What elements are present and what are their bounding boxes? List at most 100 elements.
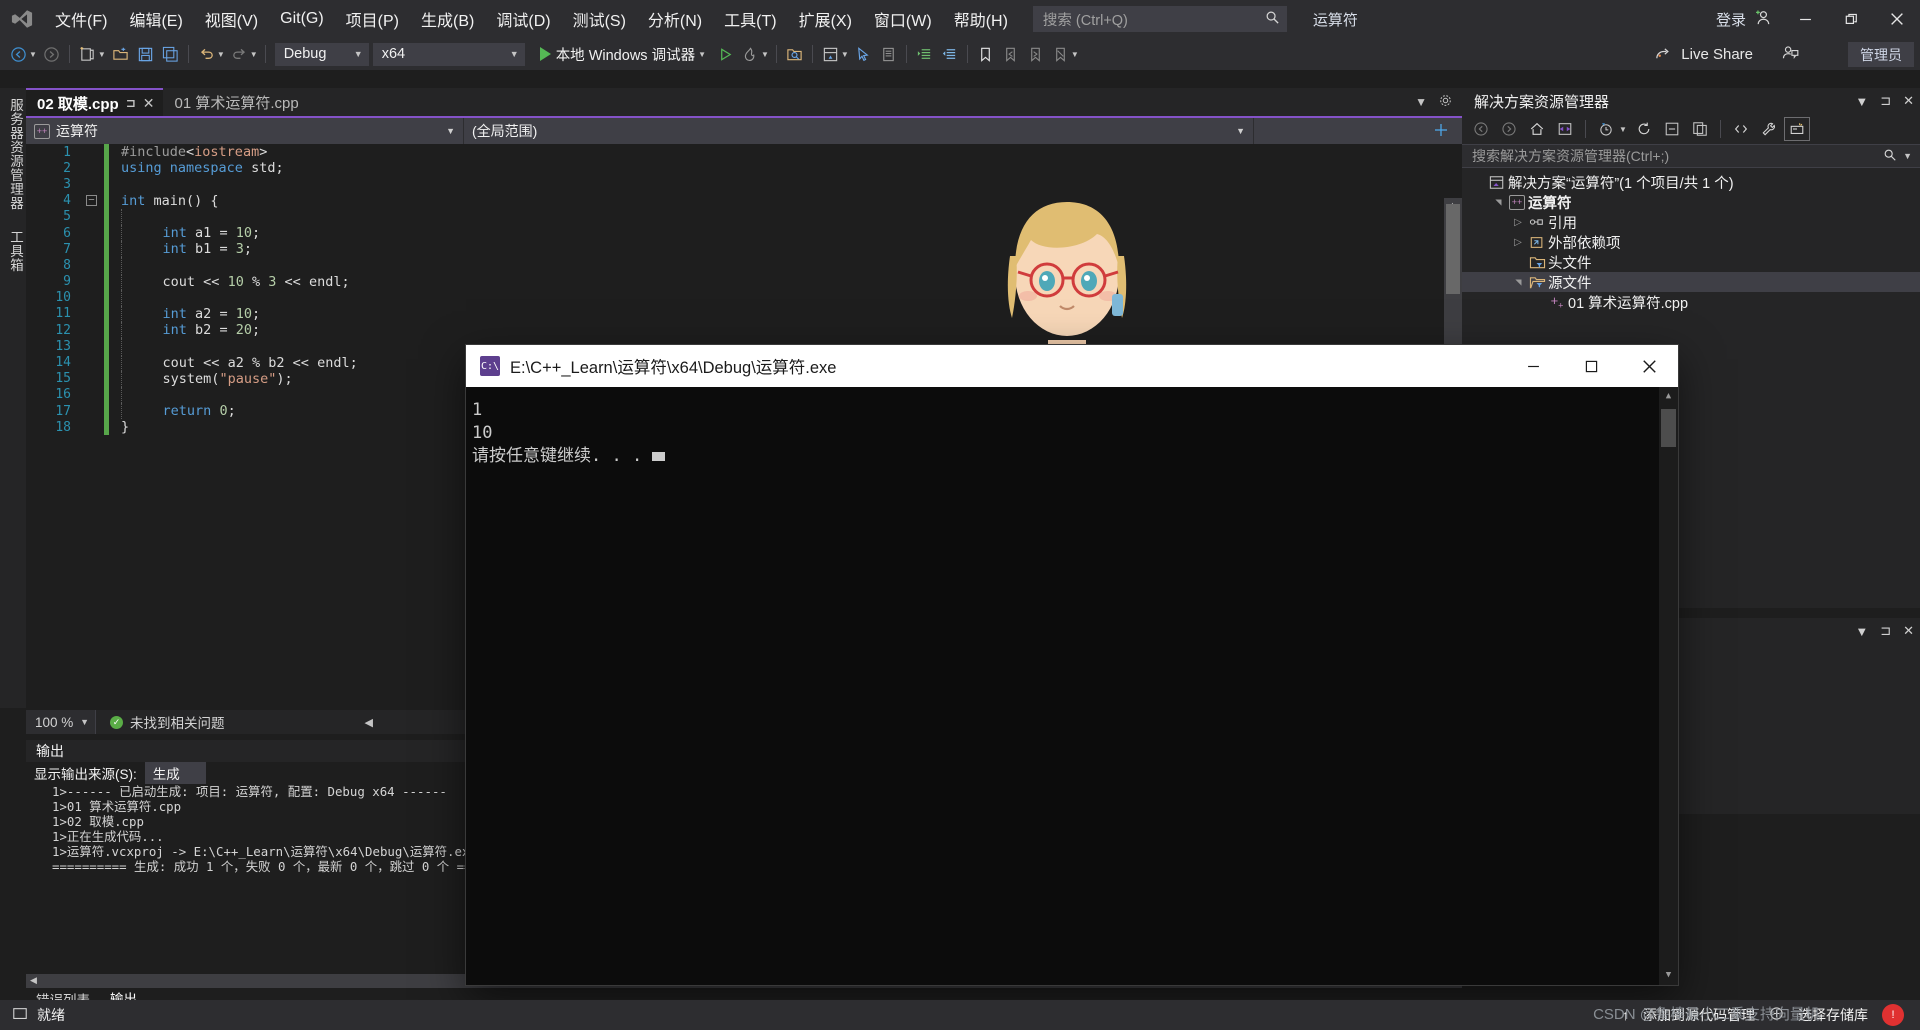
indent-increase-icon[interactable] <box>912 41 937 67</box>
glyph-margin[interactable] <box>82 209 104 225</box>
new-project-dropdown-icon[interactable]: ▼ <box>98 50 106 59</box>
tabstrip-settings-icon[interactable] <box>1439 94 1452 110</box>
live-share-button[interactable]: Live Share <box>1654 38 1800 70</box>
collapse-region-icon[interactable]: – <box>86 194 97 206</box>
tab-list-dropdown-icon[interactable]: ▼ <box>1415 95 1427 109</box>
code-line[interactable]: 9 cout << 10 % 3 << endl; <box>26 273 1462 290</box>
nav-split-button[interactable] <box>1254 118 1462 144</box>
tree-item[interactable]: ◢ ++ 运算符 <box>1462 192 1920 212</box>
notifications-icon[interactable]: ! <box>1882 1004 1904 1026</box>
glyph-margin[interactable] <box>82 371 104 387</box>
properties-window-icon[interactable] <box>876 41 901 67</box>
redo-icon[interactable] <box>227 41 252 67</box>
select-in-solution-explorer-icon[interactable] <box>782 41 807 67</box>
tree-item[interactable]: 头文件 <box>1462 252 1920 272</box>
se-back-icon[interactable] <box>1468 117 1494 141</box>
menu-item-test[interactable]: 测试(S) <box>562 0 637 38</box>
glyph-margin[interactable] <box>82 387 104 403</box>
glyph-margin[interactable] <box>82 144 104 160</box>
code-line[interactable]: 3 <box>26 176 1462 193</box>
console-minimize-button[interactable] <box>1504 345 1562 387</box>
console-titlebar[interactable]: C:\ E:\C++_Learn\运算符\x64\Debug\运算符.exe <box>466 345 1678 387</box>
se-refresh-icon[interactable] <box>1631 117 1657 141</box>
issues-prev-icon[interactable]: ◀ <box>365 716 373 729</box>
start-debugging-dropdown-icon[interactable]: ▼ <box>698 50 706 59</box>
toggle-bookmark-icon[interactable] <box>973 41 998 67</box>
glyph-margin[interactable] <box>82 160 104 176</box>
window-close-button[interactable] <box>1874 0 1920 38</box>
console-scroll-down-icon[interactable]: ▼ <box>1659 966 1678 985</box>
menu-item-edit[interactable]: 编辑(E) <box>118 0 193 38</box>
clear-bookmarks-icon[interactable] <box>1048 41 1073 67</box>
menu-item-project[interactable]: 项目(P) <box>335 0 410 38</box>
se-preview-selected-icon[interactable] <box>1783 117 1810 141</box>
console-scroll-up-icon[interactable]: ▲ <box>1659 387 1678 406</box>
pointer-select-icon[interactable] <box>851 41 876 67</box>
code-line[interactable]: 5 <box>26 208 1462 225</box>
chevron-down-icon[interactable]: ◢ <box>1514 274 1523 290</box>
editor-tab-02-qumo[interactable]: 02 取模.cpp ⊐ ✕ <box>26 88 164 116</box>
menu-item-window[interactable]: 窗口(W) <box>863 0 943 38</box>
glyph-margin[interactable] <box>82 306 104 322</box>
glyph-margin[interactable]: – <box>82 193 104 209</box>
save-icon[interactable] <box>133 41 158 67</box>
glyph-margin[interactable] <box>82 290 104 306</box>
code-line[interactable]: 7 int b1 = 3; <box>26 241 1462 258</box>
chevron-right-icon[interactable]: ▷ <box>1510 237 1526 248</box>
solution-explorer-search-input[interactable]: 搜索解决方案资源管理器(Ctrl+;) ▼ <box>1462 144 1920 168</box>
next-bookmark-icon[interactable] <box>1023 41 1048 67</box>
se-show-all-files-icon[interactable] <box>1687 117 1713 141</box>
navigate-back-dropdown-icon[interactable]: ▼ <box>29 50 37 59</box>
open-file-icon[interactable] <box>108 41 133 67</box>
tree-item[interactable]: ++ 01 算术运算符.cpp <box>1462 292 1920 312</box>
glyph-margin[interactable] <box>82 403 104 419</box>
glyph-margin[interactable] <box>82 322 104 338</box>
solution-platform-combo[interactable]: x64 ▼ <box>372 42 525 66</box>
editor-scroll-thumb[interactable] <box>1446 204 1460 294</box>
close-panel-icon[interactable]: ✕ <box>1903 93 1914 109</box>
sign-in-button[interactable]: 登录 <box>1706 0 1782 38</box>
tree-item[interactable]: ▷ 引用 <box>1462 212 1920 232</box>
code-line[interactable]: 2 using namespace std; <box>26 160 1462 177</box>
solution-explorer-tool-icon[interactable] <box>818 41 843 67</box>
code-line[interactable]: 1 #include<iostream> <box>26 144 1462 161</box>
panel-menu-icon-2[interactable]: ▼ <box>1855 624 1868 639</box>
console-output[interactable]: 1 10 请按任意键继续. . . ▲ ▼ <box>466 387 1678 985</box>
menu-item-help[interactable]: 帮助(H) <box>943 0 1019 38</box>
nav-member-combo[interactable]: (全局范围) ▼ <box>464 118 1254 144</box>
editor-zoom-combo[interactable]: 100 % ▼ <box>26 710 96 734</box>
close-tab-icon[interactable]: ✕ <box>143 95 155 112</box>
se-pending-changes-icon[interactable] <box>1593 117 1619 141</box>
pin-tab-icon[interactable]: ⊐ <box>126 96 136 110</box>
solution-explorer-dropdown-icon[interactable]: ▼ <box>841 50 849 59</box>
hot-reload-dropdown-icon[interactable]: ▼ <box>761 50 769 59</box>
menu-item-tools[interactable]: 工具(T) <box>713 0 787 38</box>
menu-item-git[interactable]: Git(G) <box>269 0 335 38</box>
pin-panel-icon-2[interactable]: ⊐ <box>1880 623 1891 639</box>
start-without-debugging-icon[interactable] <box>713 41 738 67</box>
save-all-icon[interactable] <box>158 41 183 67</box>
window-restore-button[interactable] <box>1828 0 1874 38</box>
console-window[interactable]: C:\ E:\C++_Learn\运算符\x64\Debug\运算符.exe 1… <box>466 345 1678 985</box>
undo-icon[interactable] <box>194 41 219 67</box>
glyph-margin[interactable] <box>82 257 104 273</box>
glyph-margin[interactable] <box>82 354 104 370</box>
glyph-margin[interactable] <box>82 338 104 354</box>
nav-scope-combo[interactable]: ++ 运算符 ▼ <box>26 118 464 144</box>
se-forward-icon[interactable] <box>1496 117 1522 141</box>
output-source-combo[interactable]: 生成 <box>144 762 206 784</box>
glyph-margin[interactable] <box>82 176 104 192</box>
navigate-back-icon[interactable] <box>6 41 31 67</box>
code-line[interactable]: 4 – int main() { <box>26 192 1462 209</box>
chevron-right-icon[interactable]: ▷ <box>1510 217 1526 228</box>
glyph-margin[interactable] <box>82 225 104 241</box>
glyph-margin[interactable] <box>82 241 104 257</box>
panel-menu-icon[interactable]: ▼ <box>1855 94 1868 109</box>
hot-reload-icon[interactable] <box>738 41 763 67</box>
console-close-button[interactable] <box>1620 345 1678 387</box>
menu-item-debug[interactable]: 调试(D) <box>485 0 561 38</box>
se-collapse-all-icon[interactable] <box>1659 117 1685 141</box>
new-project-icon[interactable] <box>75 41 100 67</box>
code-line[interactable]: 12 int b2 = 20; <box>26 322 1462 339</box>
se-home-icon[interactable] <box>1524 117 1550 141</box>
